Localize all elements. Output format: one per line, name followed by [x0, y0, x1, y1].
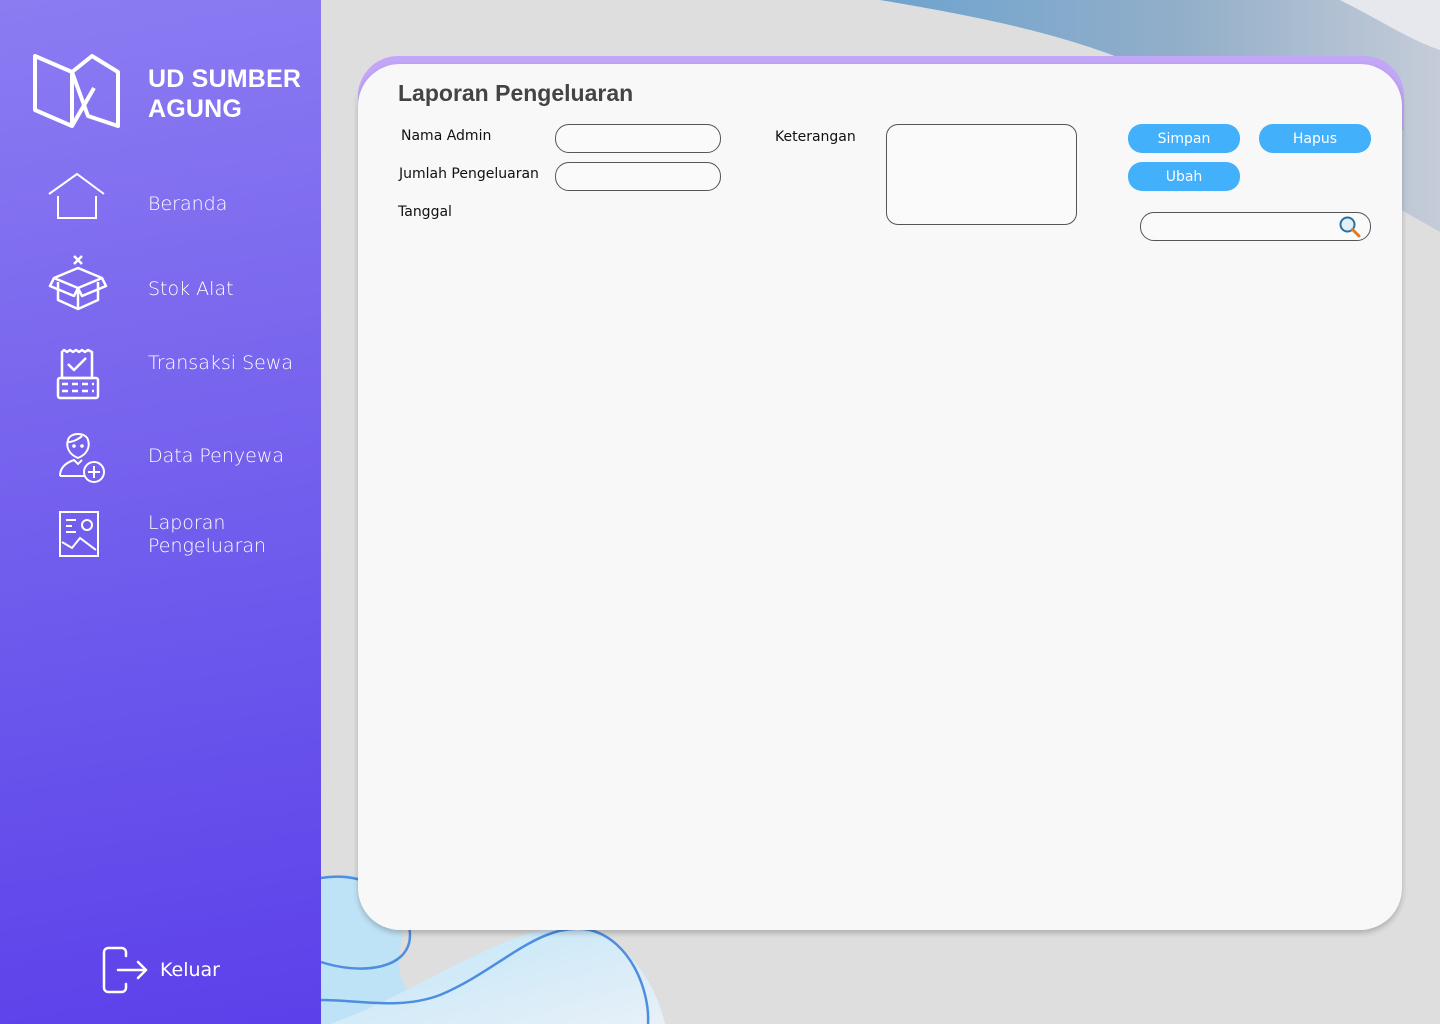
sidebar: UD SUMBER AGUNG Beranda Stok Alat Transa… — [0, 0, 321, 1024]
simpan-button[interactable]: Simpan — [1128, 124, 1240, 153]
keterangan-textarea[interactable] — [886, 124, 1077, 225]
nama-admin-label: Nama Admin — [401, 128, 492, 144]
sidebar-item-laporan-pengeluaran[interactable]: Laporan Pengeluaran — [46, 508, 306, 578]
sidebar-item-beranda[interactable]: Beranda — [46, 168, 306, 238]
logout-label: Keluar — [160, 959, 220, 981]
main-card: Laporan Pengeluaran Nama Admin Jumlah Pe… — [358, 64, 1402, 930]
logout-button[interactable]: Keluar — [100, 946, 260, 998]
receipt-icon — [56, 348, 100, 400]
brand-logo-icon — [33, 54, 120, 128]
brand-name: UD SUMBER AGUNG — [148, 65, 302, 123]
user-add-icon — [59, 433, 105, 483]
sidebar-item-label: Transaksi Sewa — [148, 352, 294, 374]
sidebar-item-label: Data Penyewa — [148, 445, 285, 467]
sidebar-item-label: Beranda — [148, 193, 228, 215]
ubah-button[interactable]: Ubah — [1128, 162, 1240, 191]
home-icon — [48, 172, 105, 219]
search-input[interactable] — [1151, 216, 1331, 237]
sidebar-item-transaksi-sewa[interactable]: Transaksi Sewa — [46, 348, 306, 418]
logout-icon — [102, 946, 148, 994]
sidebar-item-label: Stok Alat — [148, 278, 234, 300]
search-icon[interactable] — [1338, 215, 1362, 239]
box-icon — [48, 255, 108, 311]
sidebar-item-label: Laporan Pengeluaran — [148, 512, 267, 557]
sidebar-item-data-penyewa[interactable]: Data Penyewa — [46, 430, 306, 500]
keterangan-label: Keterangan — [775, 129, 856, 145]
search-box — [1140, 212, 1371, 241]
jumlah-pengeluaran-input[interactable] — [555, 162, 721, 191]
sidebar-item-stok-alat[interactable]: Stok Alat — [46, 252, 306, 322]
brand: UD SUMBER AGUNG — [32, 52, 312, 132]
report-icon — [59, 511, 99, 557]
nama-admin-input[interactable] — [555, 124, 721, 153]
tanggal-label: Tanggal — [398, 204, 452, 220]
jumlah-pengeluaran-label: Jumlah Pengeluaran — [399, 166, 539, 182]
page-title: Laporan Pengeluaran — [398, 80, 634, 106]
hapus-button[interactable]: Hapus — [1259, 124, 1371, 153]
